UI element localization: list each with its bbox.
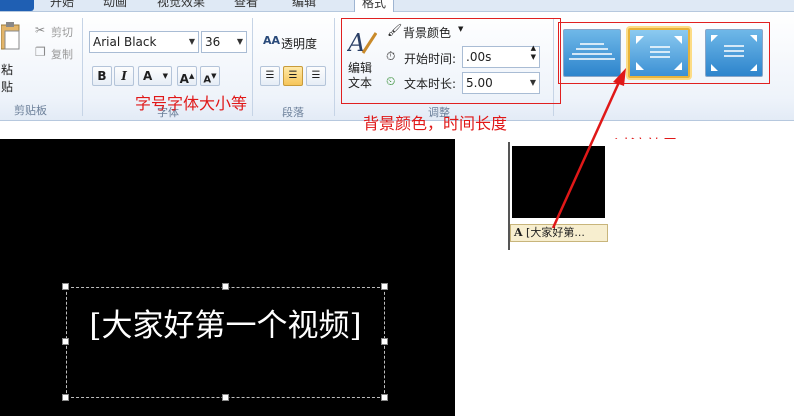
annotation-arrow — [551, 68, 626, 229]
